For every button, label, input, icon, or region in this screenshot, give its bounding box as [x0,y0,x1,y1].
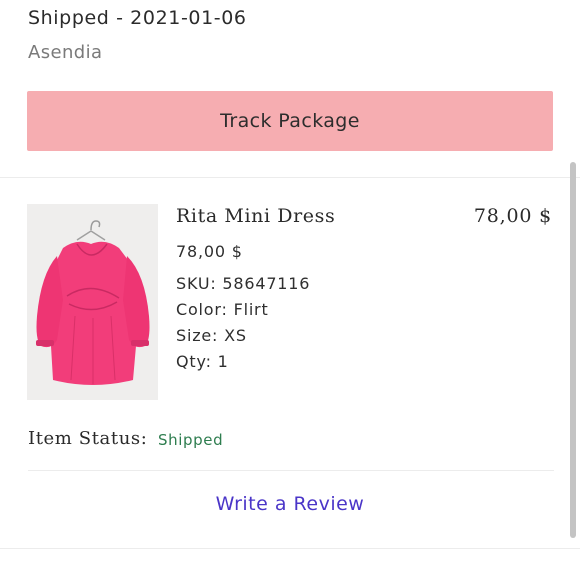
unit-price: 78,00 $ [176,242,243,261]
track-package-button[interactable]: Track Package [27,91,553,151]
order-detail-page: Shipped - 2021-01-06 Asendia Track Packa… [0,0,580,580]
product-name[interactable]: Rita Mini Dress [176,205,335,227]
write-review-link[interactable]: Write a Review [0,493,580,515]
shipment-status: Shipped - 2021-01-06 [28,7,247,29]
product-quantity: Qty: 1 [176,352,229,371]
line-total: 78,00 $ [473,205,552,227]
scrollbar[interactable] [570,162,576,538]
review-divider [28,470,554,471]
item-status-value: Shipped [158,431,224,449]
item-status-label: Item Status: [28,428,148,449]
bottom-divider [0,548,580,549]
product-size: Size: XS [176,326,247,345]
product-sku: SKU: 58647116 [176,274,311,293]
product-image[interactable] [27,204,158,400]
product-color: Color: Flirt [176,300,269,319]
shipping-carrier: Asendia [28,42,103,63]
section-divider [0,177,580,178]
dress-image-icon [27,204,158,400]
